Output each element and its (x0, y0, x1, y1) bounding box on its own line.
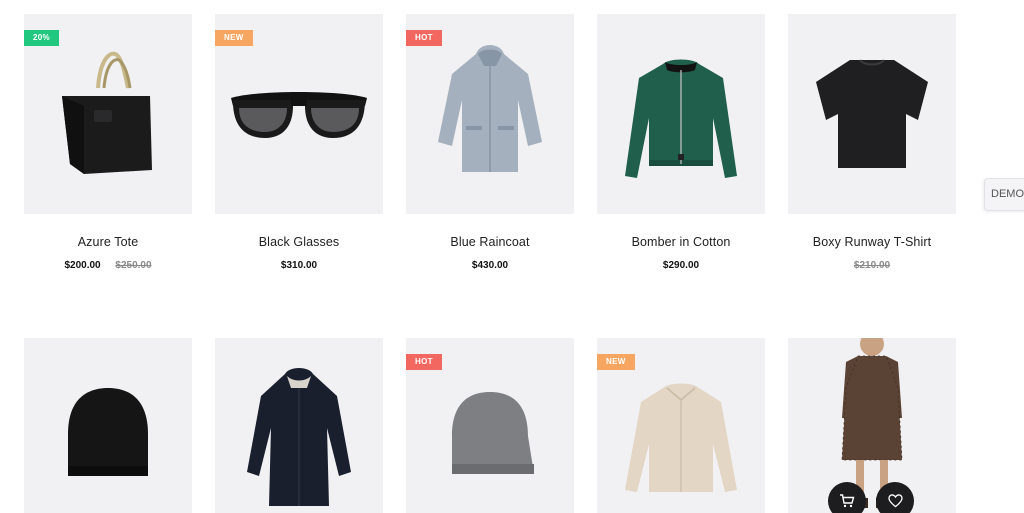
bomber-jacket-icon (625, 59, 737, 178)
product-info: Boxy Runway T-Shirt $210.00 (788, 214, 956, 312)
hot-badge: HOT (406, 30, 442, 46)
tshirt-icon (816, 59, 928, 168)
product-card[interactable]: Bomber in Cotton $290.00 (597, 14, 765, 312)
wishlist-heart-icon (887, 494, 903, 508)
product-grid: 20% Azure Tote $200.00 $250.00 NEW Black… (24, 14, 958, 513)
product-image[interactable] (788, 338, 956, 513)
parka-icon (247, 368, 351, 506)
product-image[interactable]: HOT (406, 338, 574, 513)
product-name[interactable]: Blue Raincoat (406, 235, 574, 249)
product-image[interactable]: NEW (597, 338, 765, 513)
product-prices: $310.00 (215, 260, 383, 271)
product-card[interactable]: HOT Blue Raincoat $430.00 (406, 14, 574, 312)
wishlist-button[interactable] (876, 482, 914, 513)
product-row: HOT NEW (24, 338, 958, 513)
product-price: $290.00 (662, 260, 700, 271)
product-prices: $290.00 (597, 260, 765, 271)
product-prices: $200.00 $250.00 (24, 260, 192, 271)
product-card[interactable] (24, 338, 192, 513)
discount-badge: 20% (24, 30, 59, 46)
product-card[interactable]: Boxy Runway T-Shirt $210.00 (788, 14, 956, 312)
product-card[interactable] (788, 338, 956, 513)
product-info: Blue Raincoat $430.00 (406, 214, 574, 312)
add-to-cart-button[interactable] (828, 482, 866, 513)
product-name[interactable]: Boxy Runway T-Shirt (788, 235, 956, 249)
product-info: Azure Tote $200.00 $250.00 (24, 214, 192, 312)
product-old-price: $250.00 (115, 260, 152, 271)
product-price: $310.00 (280, 260, 318, 271)
product-prices: $430.00 (406, 260, 574, 271)
product-card[interactable]: 20% Azure Tote $200.00 $250.00 (24, 14, 192, 312)
product-card[interactable]: NEW (597, 338, 765, 513)
product-image[interactable] (24, 338, 192, 513)
product-price: $430.00 (471, 260, 509, 271)
product-old-price: $210.00 (853, 260, 891, 271)
product-image[interactable] (215, 338, 383, 513)
product-row: 20% Azure Tote $200.00 $250.00 NEW Black… (24, 14, 958, 312)
new-badge: NEW (597, 354, 635, 370)
product-actions (828, 482, 914, 513)
product-image[interactable] (788, 14, 956, 214)
product-prices: $210.00 (788, 260, 956, 271)
product-image[interactable]: NEW (215, 14, 383, 214)
product-price: $200.00 (64, 260, 101, 271)
demo-tab[interactable]: DEMO (984, 178, 1024, 211)
add-to-cart-icon (840, 494, 855, 508)
product-name[interactable]: Bomber in Cotton (597, 235, 765, 249)
hot-badge: HOT (406, 354, 442, 370)
product-card[interactable]: NEW Black Glasses $310.00 (215, 14, 383, 312)
product-image[interactable]: 20% (24, 14, 192, 214)
product-card[interactable] (215, 338, 383, 513)
product-info: Bomber in Cotton $290.00 (597, 214, 765, 312)
beanie-black-icon (68, 388, 148, 476)
product-card[interactable]: HOT (406, 338, 574, 513)
new-badge: NEW (215, 30, 253, 46)
product-image[interactable] (597, 14, 765, 214)
product-image[interactable]: HOT (406, 14, 574, 214)
product-name[interactable]: Black Glasses (215, 235, 383, 249)
product-name[interactable]: Azure Tote (24, 235, 192, 249)
product-info: Black Glasses $310.00 (215, 214, 383, 312)
